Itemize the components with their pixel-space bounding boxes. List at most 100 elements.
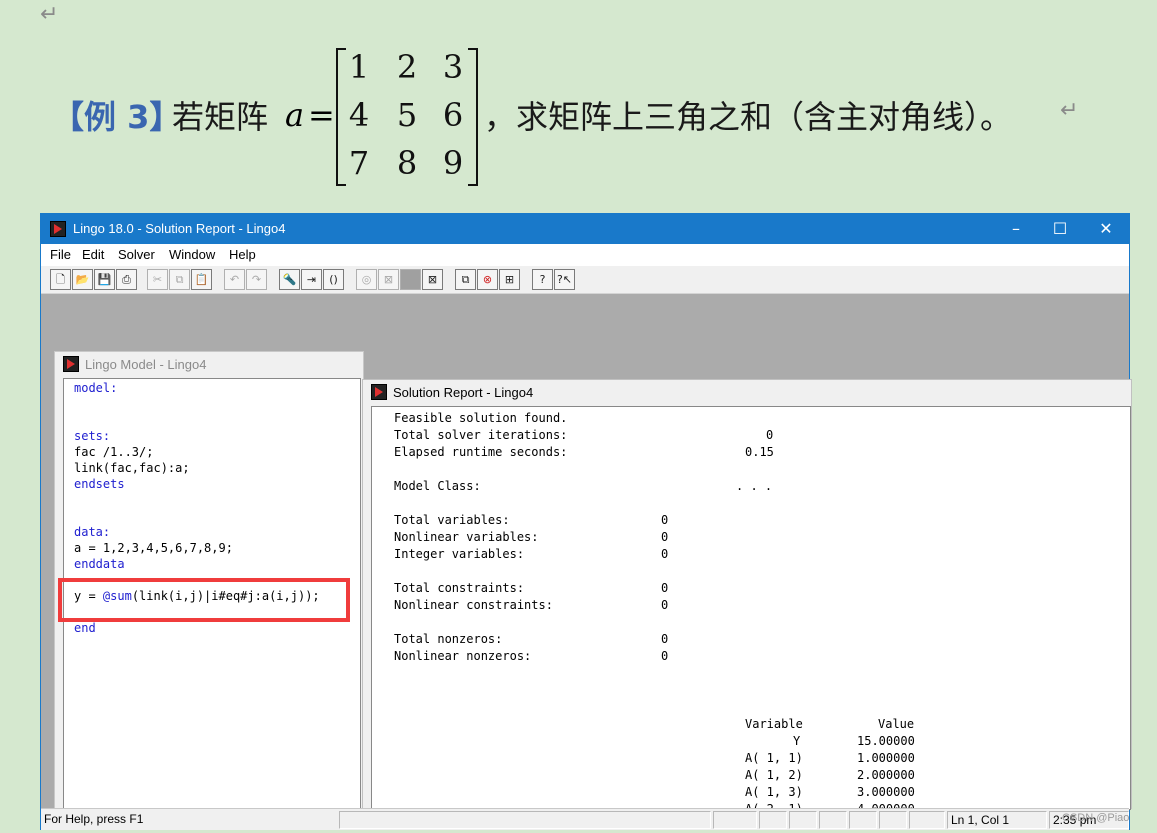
result-variable: A( 1, 2)	[745, 768, 803, 782]
paste-icon[interactable]: 📋	[191, 269, 212, 290]
new-file-icon[interactable]: 🗋	[50, 269, 71, 290]
report-value: 0	[661, 530, 669, 544]
code-line: endsets	[74, 477, 125, 491]
matrix-cell: 8	[396, 144, 418, 182]
mdi-client-area: Lingo Model - Lingo4 model: sets: fac /1…	[42, 295, 1132, 811]
report-window-title: Solution Report - Lingo4	[393, 385, 534, 400]
column-header-value: Value	[878, 717, 915, 731]
minimize-button[interactable]: –	[993, 214, 1039, 244]
lingo-main-window: Lingo 18.0 - Solution Report - Lingo4 – …	[40, 213, 1132, 830]
matrix-right-bracket	[468, 48, 478, 186]
menu-window[interactable]: Window	[169, 247, 215, 262]
result-value: 2.000000	[857, 768, 915, 782]
report-label: Total nonzeros:	[394, 632, 503, 646]
title-bar[interactable]: Lingo 18.0 - Solution Report - Lingo4 – …	[41, 214, 1129, 244]
find-icon[interactable]: 🔦	[279, 269, 300, 290]
matrix-cell: 1	[348, 48, 370, 86]
undo-icon[interactable]: ↶	[224, 269, 245, 290]
report-label: Nonlinear nonzeros:	[394, 649, 532, 663]
lingo-doc-icon	[371, 384, 387, 400]
matrix-cell: 3	[442, 48, 464, 86]
solve-icon[interactable]: ◎	[356, 269, 377, 290]
redo-icon[interactable]: ↷	[246, 269, 267, 290]
report-line: Feasible solution found.	[394, 411, 568, 425]
stop-icon[interactable]	[400, 269, 421, 290]
solution-report-window[interactable]: Solution Report - Lingo4 Feasible soluti…	[362, 379, 1132, 810]
model-window-title: Lingo Model - Lingo4	[85, 357, 207, 372]
result-variable: Y	[793, 734, 801, 748]
report-value: 0	[661, 632, 669, 646]
status-bar: For Help, press F1 Ln 1, Col 1 2:35 pm	[41, 808, 1129, 830]
copy-icon[interactable]: ⧉	[169, 269, 190, 290]
close-button[interactable]: ✕	[1083, 214, 1129, 244]
model-window-title-bar[interactable]: Lingo Model - Lingo4	[55, 352, 363, 376]
status-panel	[849, 811, 877, 829]
context-help-icon[interactable]: ?↖	[554, 269, 575, 290]
menu-file[interactable]: File	[50, 247, 71, 262]
print-icon[interactable]: ⎙	[116, 269, 137, 290]
report-value: 0	[766, 428, 774, 442]
close-all-icon[interactable]: ⊗	[477, 269, 498, 290]
matrix-cell: 2	[396, 48, 418, 86]
lingo-app-icon	[50, 221, 66, 237]
matrix-cell: 5	[396, 96, 418, 134]
matrix-cell: 6	[442, 96, 464, 134]
matrix-cell: 9	[442, 144, 464, 182]
code-line: enddata	[74, 557, 125, 571]
highlight-box	[58, 578, 350, 622]
paragraph-mark: ↵	[40, 2, 59, 27]
menu-help[interactable]: Help	[229, 247, 256, 262]
report-label: Elapsed runtime seconds:	[394, 445, 568, 459]
report-value: 0	[661, 513, 669, 527]
problem-text-after: ，求矩阵上三角之和（含主对角线）。	[484, 98, 1013, 136]
report-window-title-bar[interactable]: Solution Report - Lingo4	[363, 380, 1131, 404]
save-icon[interactable]: 💾	[94, 269, 115, 290]
code-line: link(fac,fac):a;	[74, 461, 190, 475]
status-panel	[909, 811, 945, 829]
send-to-back-icon[interactable]: ⧉	[455, 269, 476, 290]
report-label: Total variables:	[394, 513, 510, 527]
report-value: . . .	[736, 479, 773, 493]
match-paren-icon[interactable]: ()	[323, 269, 344, 290]
watermark: CSDN @Piao	[1062, 812, 1130, 824]
menu-edit[interactable]: Edit	[82, 247, 104, 262]
window-title: Lingo 18.0 - Solution Report - Lingo4	[73, 221, 286, 236]
result-value: 15.00000	[857, 734, 915, 748]
menu-bar: File Edit Solver Window Help	[41, 244, 1129, 266]
matrix-variable: a	[285, 96, 305, 134]
status-panel	[713, 811, 757, 829]
report-value: 0	[661, 598, 669, 612]
options-icon[interactable]: ⊠	[422, 269, 443, 290]
status-help-text: For Help, press F1	[44, 812, 144, 826]
report-label: Nonlinear constraints:	[394, 598, 553, 612]
help-icon[interactable]: ?	[532, 269, 553, 290]
status-panel	[879, 811, 907, 829]
close-solver-icon[interactable]: ⊠	[378, 269, 399, 290]
tile-icon[interactable]: ⊞	[499, 269, 520, 290]
maximize-button[interactable]: ☐	[1037, 214, 1083, 244]
menu-solver[interactable]: Solver	[118, 247, 155, 262]
result-value: 3.000000	[857, 785, 915, 799]
problem-text-before: 若矩阵	[172, 98, 269, 136]
report-label: Model Class:	[394, 479, 481, 493]
open-file-icon[interactable]: 📂	[72, 269, 93, 290]
code-line: end	[74, 621, 96, 635]
code-line: model:	[74, 381, 118, 395]
code-line: data:	[74, 525, 111, 539]
matrix-cell: 4	[348, 96, 370, 134]
report-text-area[interactable]: Feasible solution found. Total solver it…	[371, 406, 1131, 810]
result-value: 1.000000	[857, 751, 915, 765]
code-line: sets:	[74, 429, 111, 443]
matrix-cell: 7	[348, 144, 370, 182]
goto-line-icon[interactable]: ⇥	[301, 269, 322, 290]
report-label: Total constraints:	[394, 581, 525, 595]
cut-icon[interactable]: ✂	[147, 269, 168, 290]
report-label: Total solver iterations:	[394, 428, 568, 442]
status-panel	[789, 811, 817, 829]
status-panel	[819, 811, 847, 829]
column-header-variable: Variable	[745, 717, 803, 731]
status-panel	[339, 811, 711, 829]
status-cursor-position: Ln 1, Col 1	[947, 811, 1047, 829]
equals-sign: =	[308, 96, 335, 134]
code-line: fac /1..3/;	[74, 445, 154, 459]
